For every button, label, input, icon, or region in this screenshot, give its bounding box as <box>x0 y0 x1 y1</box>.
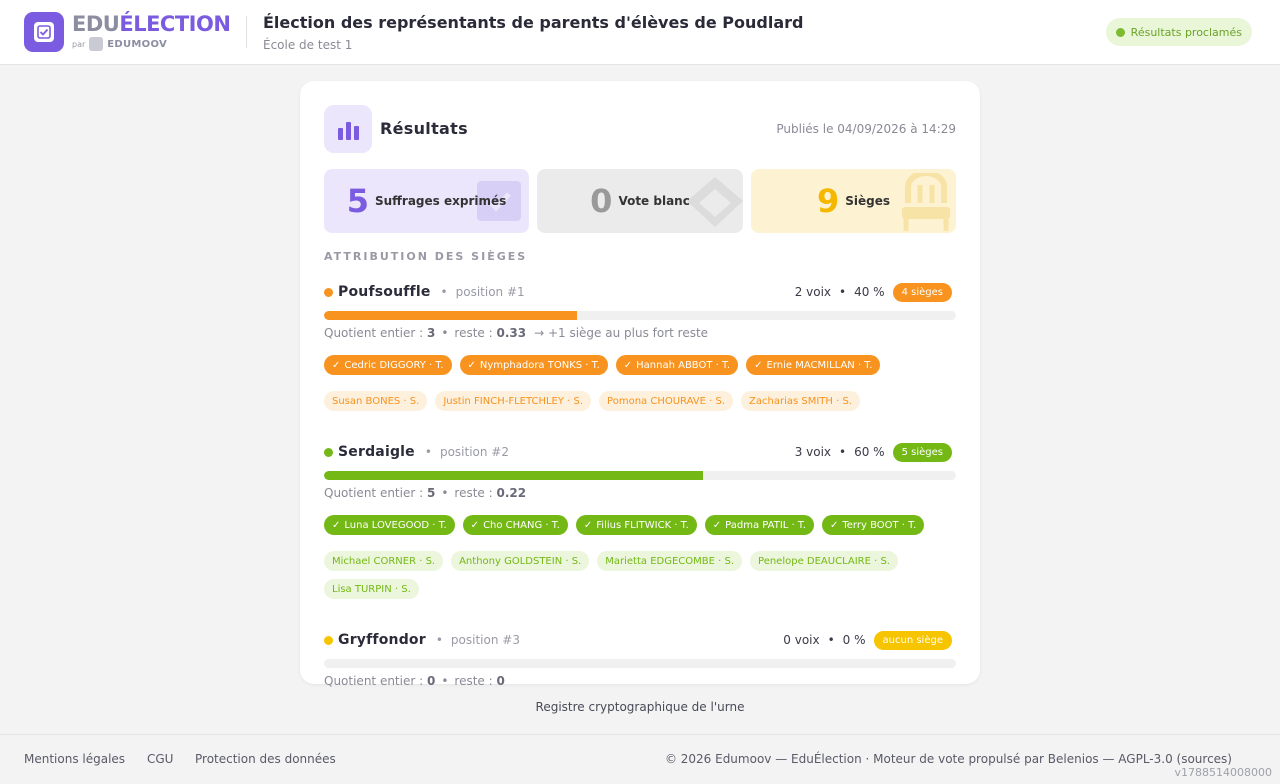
quotient-line: Quotient entier : 5 • reste : 0.22 <box>324 486 527 500</box>
substitute-candidate-chip: Justin FINCH-FLETCHLEY · S. <box>435 391 592 411</box>
brand-name: EDUÉLECTION <box>72 12 231 36</box>
candidate-chips: ✓ Cedric DIGGORY · T. ✓ Nymphadora TONKS · … <box>324 355 956 411</box>
app-header: EDUÉLECTION par EDUMOOV Élection des rep… <box>0 0 1280 65</box>
party-color-dot <box>324 635 333 645</box>
party-position: • position #3 <box>435 633 520 647</box>
quotient-line: Quotient entier : 3 • reste : 0.33 → +1 siè… <box>324 326 709 340</box>
check-icon: ✓ <box>332 359 341 371</box>
quotient-line: Quotient entier : 0 • reste : 0 <box>324 674 505 688</box>
stat-votes-cast: 5 Suffrages exprimés <box>324 169 529 233</box>
ballot-check-icon <box>34 22 54 42</box>
ballot-registry-link[interactable]: Registre cryptographique de l'urne <box>0 700 1280 714</box>
school-name: École de test 1 <box>263 38 353 52</box>
vote-share-bar <box>324 659 956 668</box>
party-header: Gryffondor • position #3 0 voix • 0 % aucun si… <box>324 627 956 653</box>
candidate-chips: ✓ Luna LOVEGOOD · T. ✓ Cho CHANG · T. ✓ Filiu… <box>324 515 956 599</box>
party-score: 3 voix • 60 % 5 sièges <box>795 442 956 462</box>
party-block: Gryffondor • position #3 0 voix • 0 % aucun si… <box>324 627 956 690</box>
party-block: Serdaigle • position #2 3 voix • 60 % 5 sièges… <box>324 439 956 599</box>
elected-candidate-chip: ✓ Cho CHANG · T. <box>462 515 568 535</box>
version-text: v1788514008000 <box>1174 766 1273 779</box>
substitute-candidate-chip: Pomona CHOURAVE · S. <box>599 391 734 411</box>
header-divider <box>246 16 247 48</box>
party-block: Poufsouffle • position #1 2 voix • 40 % 4 sièg… <box>324 279 956 411</box>
chair-watermark-icon <box>902 173 950 231</box>
check-icon: ✓ <box>470 519 480 531</box>
election-title: Élection des représentants de parents d'… <box>263 13 804 32</box>
legal-notice-link[interactable]: Mentions légales <box>24 752 125 766</box>
elected-candidate-chip: ✓ Padma PATIL · T. <box>704 515 814 535</box>
check-icon: ✓ <box>712 519 722 531</box>
party-color-dot <box>324 447 333 457</box>
substitute-candidate-chip: Marietta EDGECOMBE · S. <box>597 551 743 571</box>
substitute-candidate-chip: Susan BONES · S. <box>324 391 428 411</box>
results-card: Résultats Publiés le 04/09/2026 à 14:29 … <box>300 81 980 688</box>
brand-byline: par EDUMOOV <box>72 37 168 51</box>
check-icon: ✓ <box>583 519 593 531</box>
bar-chart-icon <box>324 105 372 153</box>
party-name: Poufsouffle <box>338 284 431 300</box>
envelope-watermark-icon <box>687 177 743 227</box>
elected-candidate-chip: ✓ Terry BOOT · T. <box>821 515 925 535</box>
check-icon: ✓ <box>829 519 839 531</box>
published-date: Publiés le 04/09/2026 à 14:29 <box>776 122 956 136</box>
results-title: Résultats <box>380 119 468 138</box>
elected-candidate-chip: ✓ Luna LOVEGOOD · T. <box>324 515 455 535</box>
seat-allocation-heading: ATTRIBUTION DES SIÈGES <box>324 250 528 263</box>
substitute-candidate-chip: Lisa TURPIN · S. <box>324 579 419 599</box>
seat-count-badge: 5 sièges <box>892 442 952 462</box>
privacy-link[interactable]: Protection des données <box>195 752 336 766</box>
substitute-candidate-chip: Penelope DEAUCLAIRE · S. <box>750 551 898 571</box>
edumoov-logo-icon <box>89 37 104 51</box>
party-name: Serdaigle <box>338 444 415 460</box>
party-list: Poufsouffle • position #1 2 voix • 40 % 4 sièg… <box>324 279 956 690</box>
substitute-candidate-chip: Zacharias SMITH · S. <box>741 391 860 411</box>
app-logo[interactable] <box>24 12 64 52</box>
substitute-candidate-chip: Michael CORNER · S. <box>324 551 444 571</box>
cgu-link[interactable]: CGU <box>147 752 173 766</box>
vote-share-bar <box>324 471 956 480</box>
vote-share-fill <box>324 471 704 480</box>
check-icon: ✓ <box>754 359 763 371</box>
status-dot-icon <box>1115 27 1125 37</box>
check-icon: ✓ <box>623 359 633 371</box>
party-position: • position #2 <box>424 445 509 459</box>
elected-candidate-chip: ✓ Cedric DIGGORY · T. <box>324 355 452 375</box>
party-header: Serdaigle • position #2 3 voix • 60 % 5 sièges <box>324 439 956 465</box>
elected-candidate-chip: ✓ Hannah ABBOT · T. <box>615 355 739 375</box>
stat-seats: 9 Sièges <box>751 169 956 233</box>
substitute-candidate-chip: Anthony GOLDSTEIN · S. <box>451 551 590 571</box>
elected-candidate-chip: ✓ Filius FLITWICK · T. <box>575 515 697 535</box>
party-score: 0 voix • 0 % aucun siège <box>783 630 956 650</box>
elected-candidate-chip: ✓ Nymphadora TONKS · T. <box>459 355 608 375</box>
check-icon: ✓ <box>467 359 476 371</box>
status-badge: Résultats proclamés <box>1105 18 1252 46</box>
seat-count-badge: 4 sièges <box>892 282 952 302</box>
copyright-text: © 2026 Edumoov — EduÉlection · Moteur de… <box>664 752 1232 766</box>
party-score: 2 voix • 40 % 4 sièges <box>795 282 956 302</box>
elected-candidate-chip: ✓ Ernie MACMILLAN · T. <box>746 355 881 375</box>
party-color-dot <box>324 287 333 297</box>
check-icon: ✓ <box>332 519 341 531</box>
page-footer: Mentions légales CGU Protection des donn… <box>0 734 1280 784</box>
seat-count-badge: aucun siège <box>873 630 952 650</box>
vote-share-bar <box>324 311 956 320</box>
stat-blank-votes: 0 Vote blanc <box>537 169 743 233</box>
party-header: Poufsouffle • position #1 2 voix • 40 % 4 sièg… <box>324 279 956 305</box>
party-position: • position #1 <box>440 285 525 299</box>
vote-share-fill <box>324 311 577 320</box>
party-name: Gryffondor <box>338 632 426 648</box>
